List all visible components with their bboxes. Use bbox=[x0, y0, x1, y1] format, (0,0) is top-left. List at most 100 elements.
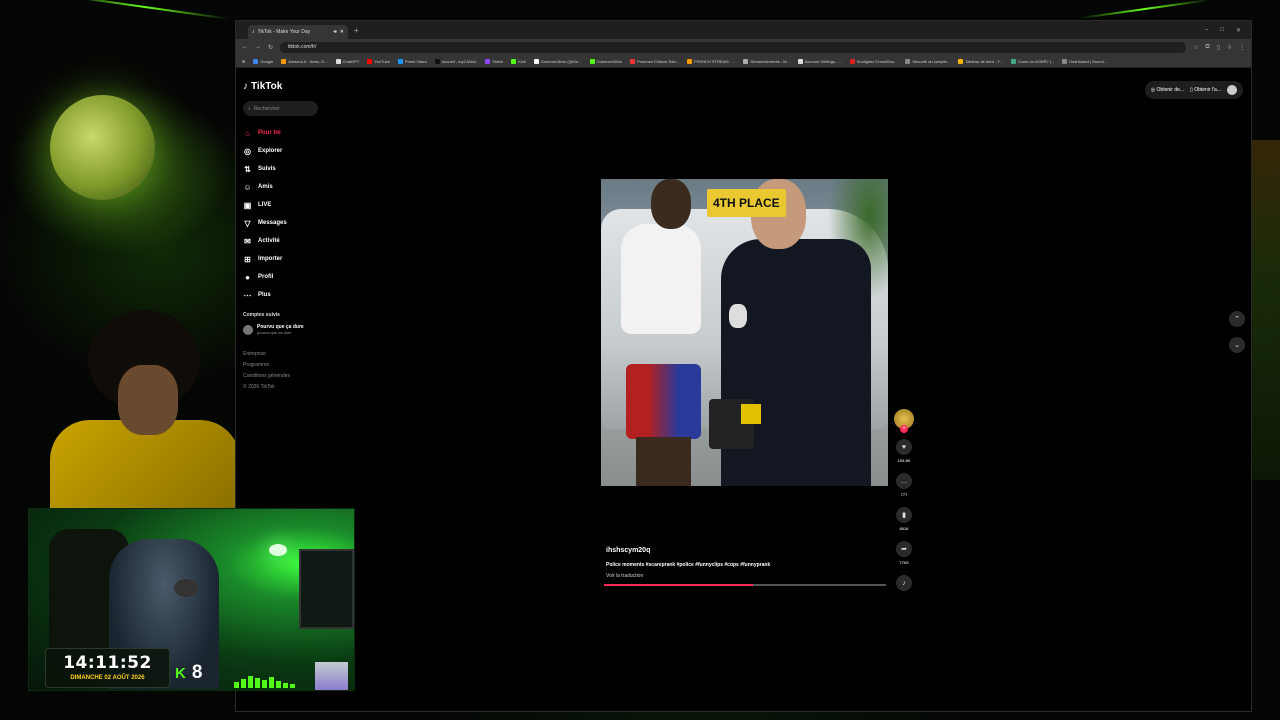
sidebar-item-suivis[interactable]: ⇅ Suivis bbox=[243, 160, 323, 178]
sidebar-item-pour-toi[interactable]: ⌂ Pour toi bbox=[243, 124, 323, 142]
toolbar-icons: ☆ ⧉ ▯ ⇩ ⋮ bbox=[1193, 44, 1245, 51]
bookmark-label: Cours du AVWR7 |... bbox=[1017, 58, 1055, 64]
video-player[interactable]: 4TH PLACE bbox=[601, 179, 888, 486]
upload-icon: ⊞ bbox=[244, 254, 251, 264]
bookmark-item[interactable]: Dashboard | Sound... bbox=[1062, 58, 1107, 64]
bookmark-label: Twitch bbox=[491, 58, 504, 64]
follow-plus-icon[interactable]: + bbox=[900, 425, 908, 433]
close-tab-icon[interactable]: ✕ bbox=[340, 29, 344, 35]
apps-grid-icon[interactable]: ⊞ bbox=[242, 59, 245, 64]
compass-icon: ◎ bbox=[244, 146, 251, 156]
bookmark-item[interactable]: Cours du AVWR7 |... bbox=[1010, 58, 1055, 64]
bookmark-item[interactable]: Prime Video bbox=[398, 58, 427, 64]
button-label: Obtenir l'a... bbox=[1194, 87, 1221, 93]
maximize-icon[interactable]: □ bbox=[1220, 27, 1224, 34]
profile-avatar[interactable] bbox=[1227, 85, 1237, 95]
bookmark-item[interactable]: FRENCH STREAM - ... bbox=[687, 58, 735, 64]
tiktok-note-icon: ♪ bbox=[243, 80, 248, 92]
video-author[interactable]: ihshscym20q bbox=[606, 547, 886, 554]
bookmark-item[interactable]: Account Settings - ... bbox=[797, 58, 842, 64]
bookmark-item[interactable]: ChatGPT bbox=[335, 58, 360, 64]
bookmark-item[interactable]: Pommes Chilene San... bbox=[630, 58, 679, 64]
sidebar-item-amis[interactable]: ☺ Amis bbox=[243, 178, 323, 196]
sidebar-item-profil[interactable]: ● Profil bbox=[243, 268, 323, 286]
video-progress-bar[interactable] bbox=[604, 584, 886, 586]
sidebar-item-explorer[interactable]: ◎ Explorer bbox=[243, 142, 323, 160]
bookmark-item[interactable]: Soulignez CrowdSou... bbox=[849, 58, 897, 64]
bookmark-item[interactable]: YouTube bbox=[367, 58, 390, 64]
url-input[interactable]: tiktok.com/fr/ bbox=[280, 41, 1186, 53]
site-favicon-icon bbox=[1062, 58, 1068, 64]
video-taser-stripe bbox=[741, 404, 761, 424]
save-button[interactable]: ▮ bbox=[896, 507, 912, 523]
menu-icon[interactable]: ⋮ bbox=[1239, 44, 1245, 51]
bookmark-star-icon[interactable]: ☆ bbox=[1193, 44, 1198, 51]
x-favicon-icon bbox=[533, 58, 539, 64]
bookmark-item[interactable]: Tableau de bord - T... bbox=[958, 58, 1003, 64]
bookmark-item[interactable]: Amazon.fr : livres, D... bbox=[281, 58, 328, 64]
copyright: © 2026 TikTok bbox=[243, 384, 275, 390]
download-icon[interactable]: ⇩ bbox=[1227, 44, 1232, 51]
new-tab-button[interactable]: + bbox=[354, 26, 359, 35]
kick-logo-icon: K bbox=[175, 664, 186, 682]
sidebar-item-importer[interactable]: ⊞ Importer bbox=[243, 250, 323, 268]
sidebar-item-activite[interactable]: ✉ Activité bbox=[243, 232, 323, 250]
forward-icon[interactable]: → bbox=[255, 44, 261, 50]
footer-link-programme[interactable]: Programme bbox=[243, 360, 323, 371]
followed-account-item[interactable]: Pourvu que ça dure pourvu.que.ca.dure bbox=[243, 324, 323, 335]
video-officer-patch bbox=[729, 304, 747, 328]
minimize-icon[interactable]: – bbox=[1205, 27, 1208, 34]
bookmark-item[interactable]: Accueil - myCANAL bbox=[434, 58, 477, 64]
viewer-count: 8 bbox=[191, 662, 203, 683]
level-bar bbox=[255, 678, 260, 688]
sidebar-item-live[interactable]: ▣ LIVE bbox=[243, 196, 323, 214]
browser-tab[interactable]: ♪ TikTok - Make Your Day 🔊︎ ✕ bbox=[248, 25, 348, 39]
bookmark-item[interactable]: Google bbox=[253, 58, 273, 64]
moon-graphic bbox=[50, 95, 155, 200]
chevron-up-icon: ⌃ bbox=[1234, 316, 1240, 323]
like-button[interactable]: ♥ bbox=[896, 439, 912, 455]
sidebar-item-messages[interactable]: ▽ Messages bbox=[243, 214, 323, 232]
reload-icon[interactable]: ↻ bbox=[268, 44, 273, 51]
messages-icon: ▽ bbox=[244, 218, 251, 228]
tiktok-logo[interactable]: ♪ TikTok bbox=[243, 79, 323, 93]
audio-icon[interactable]: 🔊︎ bbox=[334, 29, 337, 35]
nav-label: Messages bbox=[258, 220, 287, 226]
bookmark-item[interactable]: GuennerOlivin (@Gu... bbox=[533, 58, 582, 64]
bookmark-item[interactable]: Streamelements - M... bbox=[743, 58, 790, 64]
get-coins-button[interactable]: ◎ Obtenir de... bbox=[1151, 87, 1184, 93]
search-input[interactable]: ⌕ Rechercher bbox=[243, 101, 318, 116]
sidepanel-icon[interactable]: ▯ bbox=[1217, 44, 1220, 51]
level-bar bbox=[262, 680, 267, 688]
footer-link-conditions[interactable]: Conditions générales bbox=[243, 371, 323, 382]
video-nav-arrows: ⌃ ⌄ bbox=[1229, 311, 1245, 353]
sidebar-item-plus[interactable]: ⋯ Plus bbox=[243, 286, 323, 304]
bookmark-label: Streamelements - M... bbox=[750, 58, 790, 64]
extensions-icon[interactable]: ⧉ bbox=[1205, 44, 1209, 51]
heart-icon: ♥ bbox=[901, 443, 907, 451]
comment-button[interactable]: … bbox=[896, 473, 912, 489]
footer-link-entreprise[interactable]: Entreprise bbox=[243, 349, 323, 360]
sound-button[interactable]: ♪ bbox=[896, 575, 912, 591]
creator-avatar[interactable]: + bbox=[894, 409, 914, 433]
bookmark-item[interactable]: Sécurité du compte... bbox=[905, 58, 950, 64]
share-button[interactable]: ➦ bbox=[896, 541, 912, 557]
bookmark-item[interactable]: Kick bbox=[511, 58, 526, 64]
next-video-button[interactable]: ⌄ bbox=[1229, 337, 1245, 353]
youtube-favicon-icon bbox=[367, 58, 373, 64]
bookmark-label: Account Settings - ... bbox=[804, 58, 842, 64]
button-label: Obtenir de... bbox=[1156, 87, 1185, 93]
get-app-button[interactable]: ▯ Obtenir l'a... bbox=[1190, 87, 1221, 93]
bookmark-item[interactable]: Twitch bbox=[484, 58, 504, 64]
site-favicon-icon bbox=[958, 58, 964, 64]
previous-video-button[interactable]: ⌃ bbox=[1229, 311, 1245, 327]
bookmark-icon: ▮ bbox=[902, 512, 906, 519]
nav-label: Explorer bbox=[258, 148, 283, 154]
nav-label: Activité bbox=[258, 238, 280, 244]
more-icon: ⋯ bbox=[243, 290, 252, 300]
translate-link[interactable]: Voir la traduction bbox=[606, 573, 886, 579]
back-icon[interactable]: ← bbox=[242, 44, 248, 50]
bookmark-item[interactable]: GuennerOlivin bbox=[589, 58, 622, 64]
close-window-icon[interactable]: ✕ bbox=[1236, 27, 1241, 34]
bookmark-label: ChatGPT bbox=[342, 58, 360, 64]
